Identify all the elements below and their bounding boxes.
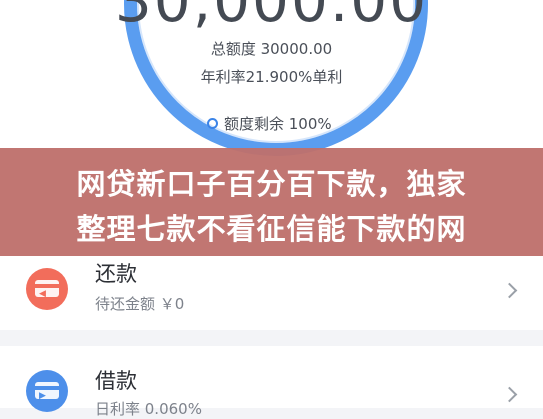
credit-summary-card: 30,000.00 总额度 30000.00 年利率21.900%单利 额度剩余… bbox=[0, 0, 543, 160]
borrow-title: 借款 bbox=[95, 369, 137, 393]
chevron-right-icon bbox=[501, 282, 518, 299]
banner-headline-line-1: 网贷新口子百分百下款，独家 bbox=[76, 167, 467, 201]
borrow-daily-rate: 日利率 0.060% bbox=[95, 400, 202, 418]
repay-entry[interactable]: ◀ 还款 待还金额 ￥0 bbox=[0, 256, 543, 330]
repay-wallet-icon: ◀ bbox=[26, 268, 68, 310]
repay-amount-due: 待还金额 ￥0 bbox=[95, 295, 185, 313]
chevron-right-icon bbox=[501, 386, 518, 403]
total-limit-text: 总额度 30000.00 bbox=[210, 40, 333, 58]
annual-rate-text: 年利率21.900%单利 bbox=[200, 68, 343, 86]
remaining-limit-text: 额度剩余 100% bbox=[224, 114, 332, 133]
banner-headline-line-2: 整理七款不看征信能下款的网 bbox=[76, 212, 467, 246]
remaining-limit: 额度剩余 100% bbox=[207, 111, 353, 135]
borrow-entry[interactable]: ▶ 借款 日利率 0.060% bbox=[0, 346, 543, 418]
available-amount: 30,000.00 bbox=[114, 0, 429, 35]
repay-title: 还款 bbox=[95, 262, 137, 286]
borrow-card-icon: ▶ bbox=[26, 370, 68, 412]
circle-dot-icon bbox=[207, 117, 218, 129]
